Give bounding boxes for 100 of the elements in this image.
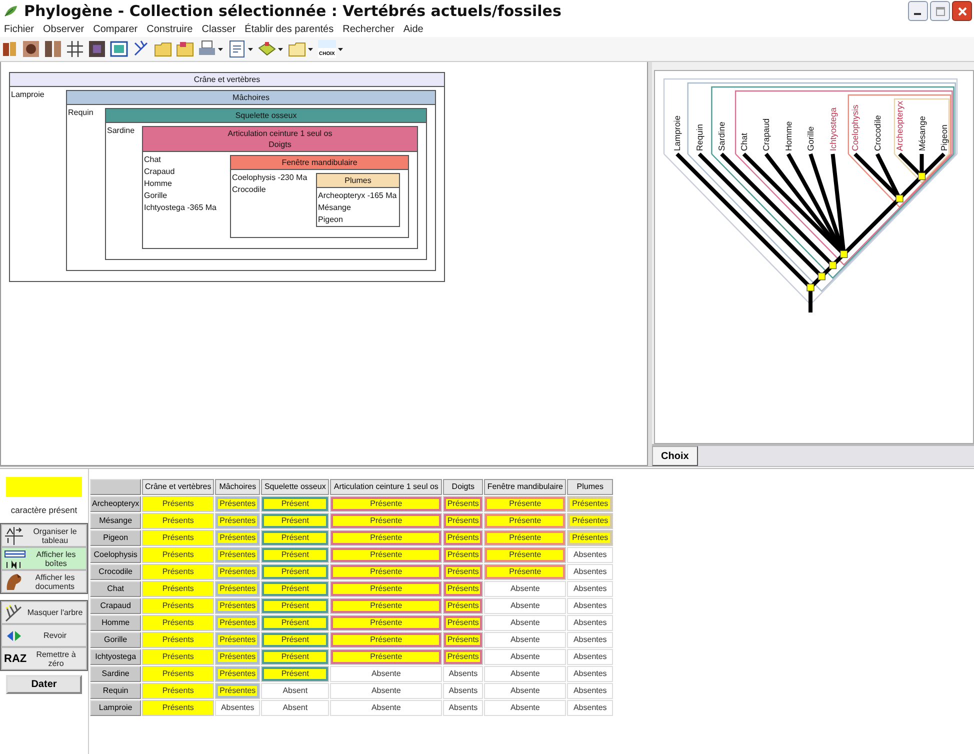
choice-tab[interactable]: Choix — [652, 446, 698, 466]
action-button[interactable]: RAZ Remettre à zéro — [1, 647, 87, 670]
row-header[interactable]: Homme — [90, 615, 142, 631]
leaf-label: Mésange — [916, 116, 927, 151]
taxon-label: Coelophysis -230 Ma — [232, 172, 308, 184]
taxon-label: Mésange — [318, 202, 352, 214]
table-cell: Présente — [330, 632, 442, 648]
table-cell: Présents — [443, 496, 484, 512]
taxon-label: Sardine — [107, 125, 136, 137]
table-cell: Absentes — [567, 649, 614, 665]
table-cell: Présentes — [215, 632, 260, 648]
menu-item[interactable]: Comparer — [93, 24, 138, 35]
table-cell: Absents — [443, 683, 484, 699]
folder-icon[interactable] — [176, 40, 194, 58]
table-cell: Absente — [484, 700, 566, 716]
row-header[interactable]: Ichtyostega — [90, 649, 142, 665]
row-header[interactable]: Pigeon — [90, 530, 142, 546]
table-cell: Présentes — [215, 666, 260, 682]
table-cell: Présente — [484, 513, 566, 529]
row-header[interactable]: Mésange — [90, 513, 142, 529]
table-cell: Présents — [443, 649, 484, 665]
menu-item[interactable]: Construire — [146, 24, 193, 35]
leaf-label: Lamproie — [672, 116, 682, 151]
raz-label: RAZ — [4, 652, 26, 664]
row-header[interactable]: Chat — [90, 581, 142, 597]
row-header[interactable]: Lamproie — [90, 700, 142, 716]
leaf-label: Chat — [738, 133, 749, 151]
view-button[interactable]: Afficher les documents — [1, 570, 87, 593]
table-cell: Présents — [443, 632, 484, 648]
table-cell: Présents — [142, 547, 214, 563]
table-cell: Présent — [261, 513, 330, 529]
leaf-label: Coelophysis — [850, 104, 860, 151]
taxon-label: Homme — [144, 178, 174, 190]
table-cell: Présents — [142, 564, 214, 580]
table-cell: Présentes — [215, 547, 260, 563]
table-cell: Absentes — [567, 598, 614, 614]
close-icon — [958, 6, 966, 16]
table-cell: Absente — [484, 683, 566, 699]
printer-icon[interactable] — [198, 40, 216, 58]
window-icon[interactable] — [110, 40, 128, 58]
row-header[interactable]: Requin — [90, 683, 142, 699]
column-header[interactable]: Articulation ceinture 1 seul os — [330, 479, 442, 495]
table-cell: Présente — [330, 581, 442, 597]
taxon-label: Pigeon — [318, 214, 344, 226]
table-cell: Absentes — [567, 683, 614, 699]
column-header[interactable]: Mâchoires — [215, 479, 260, 495]
minimize-button[interactable] — [908, 1, 928, 21]
table-cell: Présentes — [215, 496, 260, 512]
row-header[interactable]: Crapaud — [90, 598, 142, 614]
table-cell: Absents — [443, 666, 484, 682]
taxon-label: Crocodile — [232, 184, 267, 196]
action-button[interactable]: Masquer l'arbre — [1, 601, 87, 624]
table-cell: Absentes — [567, 666, 614, 682]
menu-item[interactable]: Observer — [43, 24, 84, 35]
row-header[interactable]: Gorille — [90, 632, 142, 648]
menu-item[interactable]: Rechercher — [342, 24, 394, 35]
table-cell: Présente — [330, 513, 442, 529]
leaf-icon — [4, 5, 18, 17]
view-button[interactable]: Afficher les boîtes — [1, 547, 87, 570]
table-cell: Présent — [261, 530, 330, 546]
row-header[interactable]: Archeopteryx — [90, 496, 142, 512]
column-header[interactable]: Squelette osseux — [261, 479, 330, 495]
menu-item[interactable]: Classer — [202, 24, 236, 35]
taxon-label: Chat — [144, 154, 162, 166]
table-cell: Absente — [484, 666, 566, 682]
table-cell: Présentes — [215, 649, 260, 665]
maximize-icon — [936, 6, 944, 16]
table-cell: Présente — [330, 547, 442, 563]
table-cell: Présent — [261, 496, 330, 512]
grid-icon[interactable] — [66, 40, 84, 58]
action-button[interactable]: Revoir — [1, 624, 87, 647]
boxes-icon — [4, 548, 26, 568]
column-header[interactable]: Plumes — [567, 479, 614, 495]
menu-item[interactable]: Fichier — [4, 24, 34, 35]
column-header[interactable]: Fenêtre mandibulaire — [484, 479, 566, 495]
table-cell: Absentes — [567, 547, 614, 563]
folder-icon[interactable] — [154, 40, 172, 58]
row-header[interactable]: Coelophysis — [90, 547, 142, 563]
menu-item[interactable]: Aide — [403, 24, 424, 35]
leaf-label: Homme — [783, 121, 794, 151]
table-cell: Présentes — [215, 615, 260, 631]
taxon-label: Ichtyostega -365 Ma — [144, 202, 218, 214]
view-button[interactable]: Organiser le tableau — [1, 524, 87, 547]
window-title: Phylogène - Collection sélectionnée : Vertébrés actuels/fossiles — [24, 2, 562, 20]
row-header[interactable]: Crocodile — [90, 564, 142, 580]
tree-icon[interactable] — [132, 40, 150, 58]
document-icon[interactable] — [228, 40, 246, 58]
row-header[interactable]: Sardine — [90, 666, 142, 682]
menu-item[interactable]: Établir des parentés — [244, 24, 334, 35]
table-cell: Présentes — [567, 513, 614, 529]
animal-icon — [4, 572, 24, 592]
table-cell: Présent — [261, 649, 330, 665]
legend-label: caractère présent — [10, 505, 78, 515]
table-cell: Présent — [261, 547, 330, 563]
column-header[interactable]: Crâne et vertèbres — [142, 479, 214, 495]
column-header[interactable]: Doigts — [443, 479, 484, 495]
table-cell: Présente — [484, 530, 566, 546]
close-button[interactable] — [952, 1, 972, 21]
table-cell: Présents — [142, 683, 214, 699]
date-button[interactable]: Dater — [6, 675, 82, 694]
